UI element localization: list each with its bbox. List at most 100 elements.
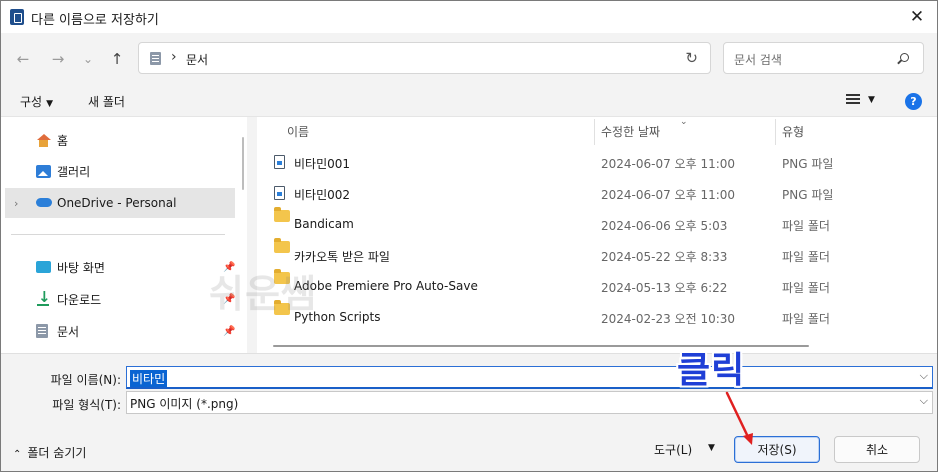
organize-label: 구성 [20, 95, 43, 109]
png-file-icon [274, 186, 285, 200]
file-name: Bandicam [294, 217, 354, 231]
view-options-icon[interactable] [846, 94, 860, 106]
annotation-arrow-icon [725, 391, 753, 445]
up-button[interactable]: ↑ [105, 47, 129, 71]
filetype-label: 파일 형식(T): [52, 398, 121, 412]
vertical-scrollbar[interactable] [923, 117, 937, 353]
sidebar-item-label: 문서 [57, 324, 80, 339]
address-bar[interactable]: › 문서 ↻ [138, 42, 711, 74]
folder-icon [274, 238, 290, 253]
sidebar-item-desktop[interactable]: 바탕 화면 📌 [5, 252, 235, 282]
folder-row[interactable]: Bandicam 2024-06-06 오후 5:03 파일 폴더 [257, 207, 923, 240]
column-header-date[interactable]: 수정한 날짜 [601, 123, 660, 140]
chevron-down-icon[interactable]: ⌵ [920, 394, 928, 408]
view-caret-icon[interactable]: ▼ [868, 95, 875, 105]
file-row[interactable]: 비타민001 2024-06-07 오후 11:00 PNG 파일 [257, 147, 923, 178]
download-icon [36, 288, 51, 306]
file-date: 2024-06-07 오후 11:00 [601, 188, 736, 202]
sidebar-item-documents[interactable]: 문서 📌 [5, 316, 235, 346]
click-annotation: 클릭 [677, 350, 746, 391]
chevron-down-icon[interactable]: ⌵ [920, 369, 928, 383]
file-date: 2024-05-22 오후 8:33 [601, 250, 728, 264]
filetype-select[interactable]: PNG 이미지 (*.png) ⌵ [126, 391, 933, 414]
png-file-icon [274, 155, 285, 169]
sidebar-divider [11, 234, 225, 235]
file-date: 2024-06-06 오후 5:03 [601, 219, 728, 233]
close-button[interactable]: ✕ [903, 3, 931, 31]
file-type: 파일 폴더 [782, 312, 830, 326]
desktop-icon [36, 261, 51, 273]
save-form: 파일 이름(N): 비타민 ⌵ 파일 형식(T): PNG 이미지 (*.png… [1, 353, 937, 471]
file-name: 비타민001 [294, 157, 351, 171]
sidebar-item-label: 갤러리 [57, 164, 91, 179]
sidebar-item-label: 바탕 화면 [57, 260, 105, 275]
app-icon [10, 9, 24, 25]
tools-button[interactable]: 도구(L) [654, 441, 692, 458]
chevron-right-icon[interactable]: › [14, 197, 18, 210]
file-type: PNG 파일 [782, 157, 834, 171]
back-button[interactable]: ← [11, 47, 35, 71]
sidebar-item-downloads[interactable]: 다운로드 📌 [5, 284, 235, 314]
documents-icon [36, 324, 48, 338]
search-input[interactable]: 문서 검색 [734, 51, 782, 68]
file-type: PNG 파일 [782, 188, 834, 202]
hide-folders-button[interactable]: ⌃ 폴더 숨기기 [13, 444, 86, 461]
help-icon[interactable]: ? [905, 93, 922, 110]
sidebar-item-label: 홈 [57, 133, 69, 148]
file-name: 비타민002 [294, 188, 351, 202]
home-icon [36, 133, 51, 147]
navigation-bar: ← → ⌄ ↑ › 문서 ↻ 문서 검색 [1, 33, 937, 85]
column-separator[interactable] [594, 119, 595, 145]
file-name: Adobe Premiere Pro Auto-Save [294, 279, 478, 293]
chevron-up-icon: ⌃ [13, 449, 22, 460]
folder-row[interactable]: 카카오톡 받은 파일 2024-05-22 오후 8:33 파일 폴더 [257, 238, 923, 271]
recent-locations-button[interactable]: ⌄ [76, 47, 100, 71]
filetype-value: PNG 이미지 (*.png) [130, 397, 239, 411]
search-icon[interactable] [900, 53, 909, 62]
file-type: 파일 폴더 [782, 250, 830, 264]
folder-icon [274, 207, 290, 222]
filename-input[interactable]: 비타민 ⌵ [126, 366, 933, 389]
sidebar-item-gallery[interactable]: 갤러리 [5, 156, 235, 186]
documents-icon [150, 52, 161, 65]
forward-button[interactable]: → [46, 47, 70, 71]
sidebar-scrollbar[interactable] [242, 137, 244, 190]
hide-folders-label: 폴더 숨기기 [27, 446, 87, 460]
column-header-name[interactable]: 이름 [287, 123, 309, 140]
folder-row[interactable]: Adobe Premiere Pro Auto-Save 2024-05-13 … [257, 269, 923, 302]
file-date: 2024-05-13 오후 6:22 [601, 281, 728, 295]
sidebar-item-home[interactable]: 홈 [5, 125, 235, 155]
filename-label: 파일 이름(N): [50, 373, 121, 387]
file-row[interactable]: 비타민002 2024-06-07 오후 11:00 PNG 파일 [257, 178, 923, 209]
watermark: 쉬운쌤 [209, 272, 317, 316]
cloud-icon [36, 198, 52, 207]
file-type: 파일 폴더 [782, 281, 830, 295]
breadcrumb-separator: › [171, 49, 177, 65]
search-box[interactable]: 문서 검색 [723, 42, 924, 74]
column-separator[interactable] [775, 119, 776, 145]
cancel-button[interactable]: 취소 [834, 436, 920, 463]
save-as-dialog: 다른 이름으로 저장하기 ✕ ← → ⌄ ↑ › 문서 ↻ 문서 검색 구성 ▼ … [0, 0, 938, 472]
organize-button[interactable]: 구성 ▼ [20, 93, 53, 110]
caret-down-icon[interactable]: ▼ [708, 443, 715, 453]
file-date: 2024-06-07 오후 11:00 [601, 157, 736, 171]
file-list: 이름 ⌄ 수정한 날짜 유형 비타민001 2024-06-07 오후 11:0… [257, 117, 923, 353]
pin-icon: 📌 [223, 325, 236, 337]
column-header-type[interactable]: 유형 [782, 123, 804, 140]
command-toolbar: 구성 ▼ 새 폴더 ▼ ? [1, 85, 937, 117]
gallery-icon [36, 164, 51, 178]
breadcrumb-documents[interactable]: 문서 [186, 51, 208, 68]
sidebar-item-label: 다운로드 [57, 292, 102, 307]
window-title: 다른 이름으로 저장하기 [31, 13, 159, 28]
folder-row[interactable]: Python Scripts 2024-02-23 오전 10:30 파일 폴더 [257, 300, 923, 333]
title-bar: 다른 이름으로 저장하기 ✕ [1, 1, 937, 33]
sort-indicator-icon: ⌄ [680, 117, 688, 127]
file-type: 파일 폴더 [782, 219, 830, 233]
refresh-icon[interactable]: ↻ [685, 49, 698, 67]
new-folder-button[interactable]: 새 폴더 [88, 93, 125, 110]
sidebar-item-label: OneDrive - Personal [57, 196, 177, 210]
file-date: 2024-02-23 오전 10:30 [601, 312, 736, 326]
caret-down-icon: ▼ [46, 99, 54, 109]
sidebar-item-onedrive[interactable]: › OneDrive - Personal [5, 188, 235, 218]
filename-value[interactable]: 비타민 [130, 370, 168, 387]
